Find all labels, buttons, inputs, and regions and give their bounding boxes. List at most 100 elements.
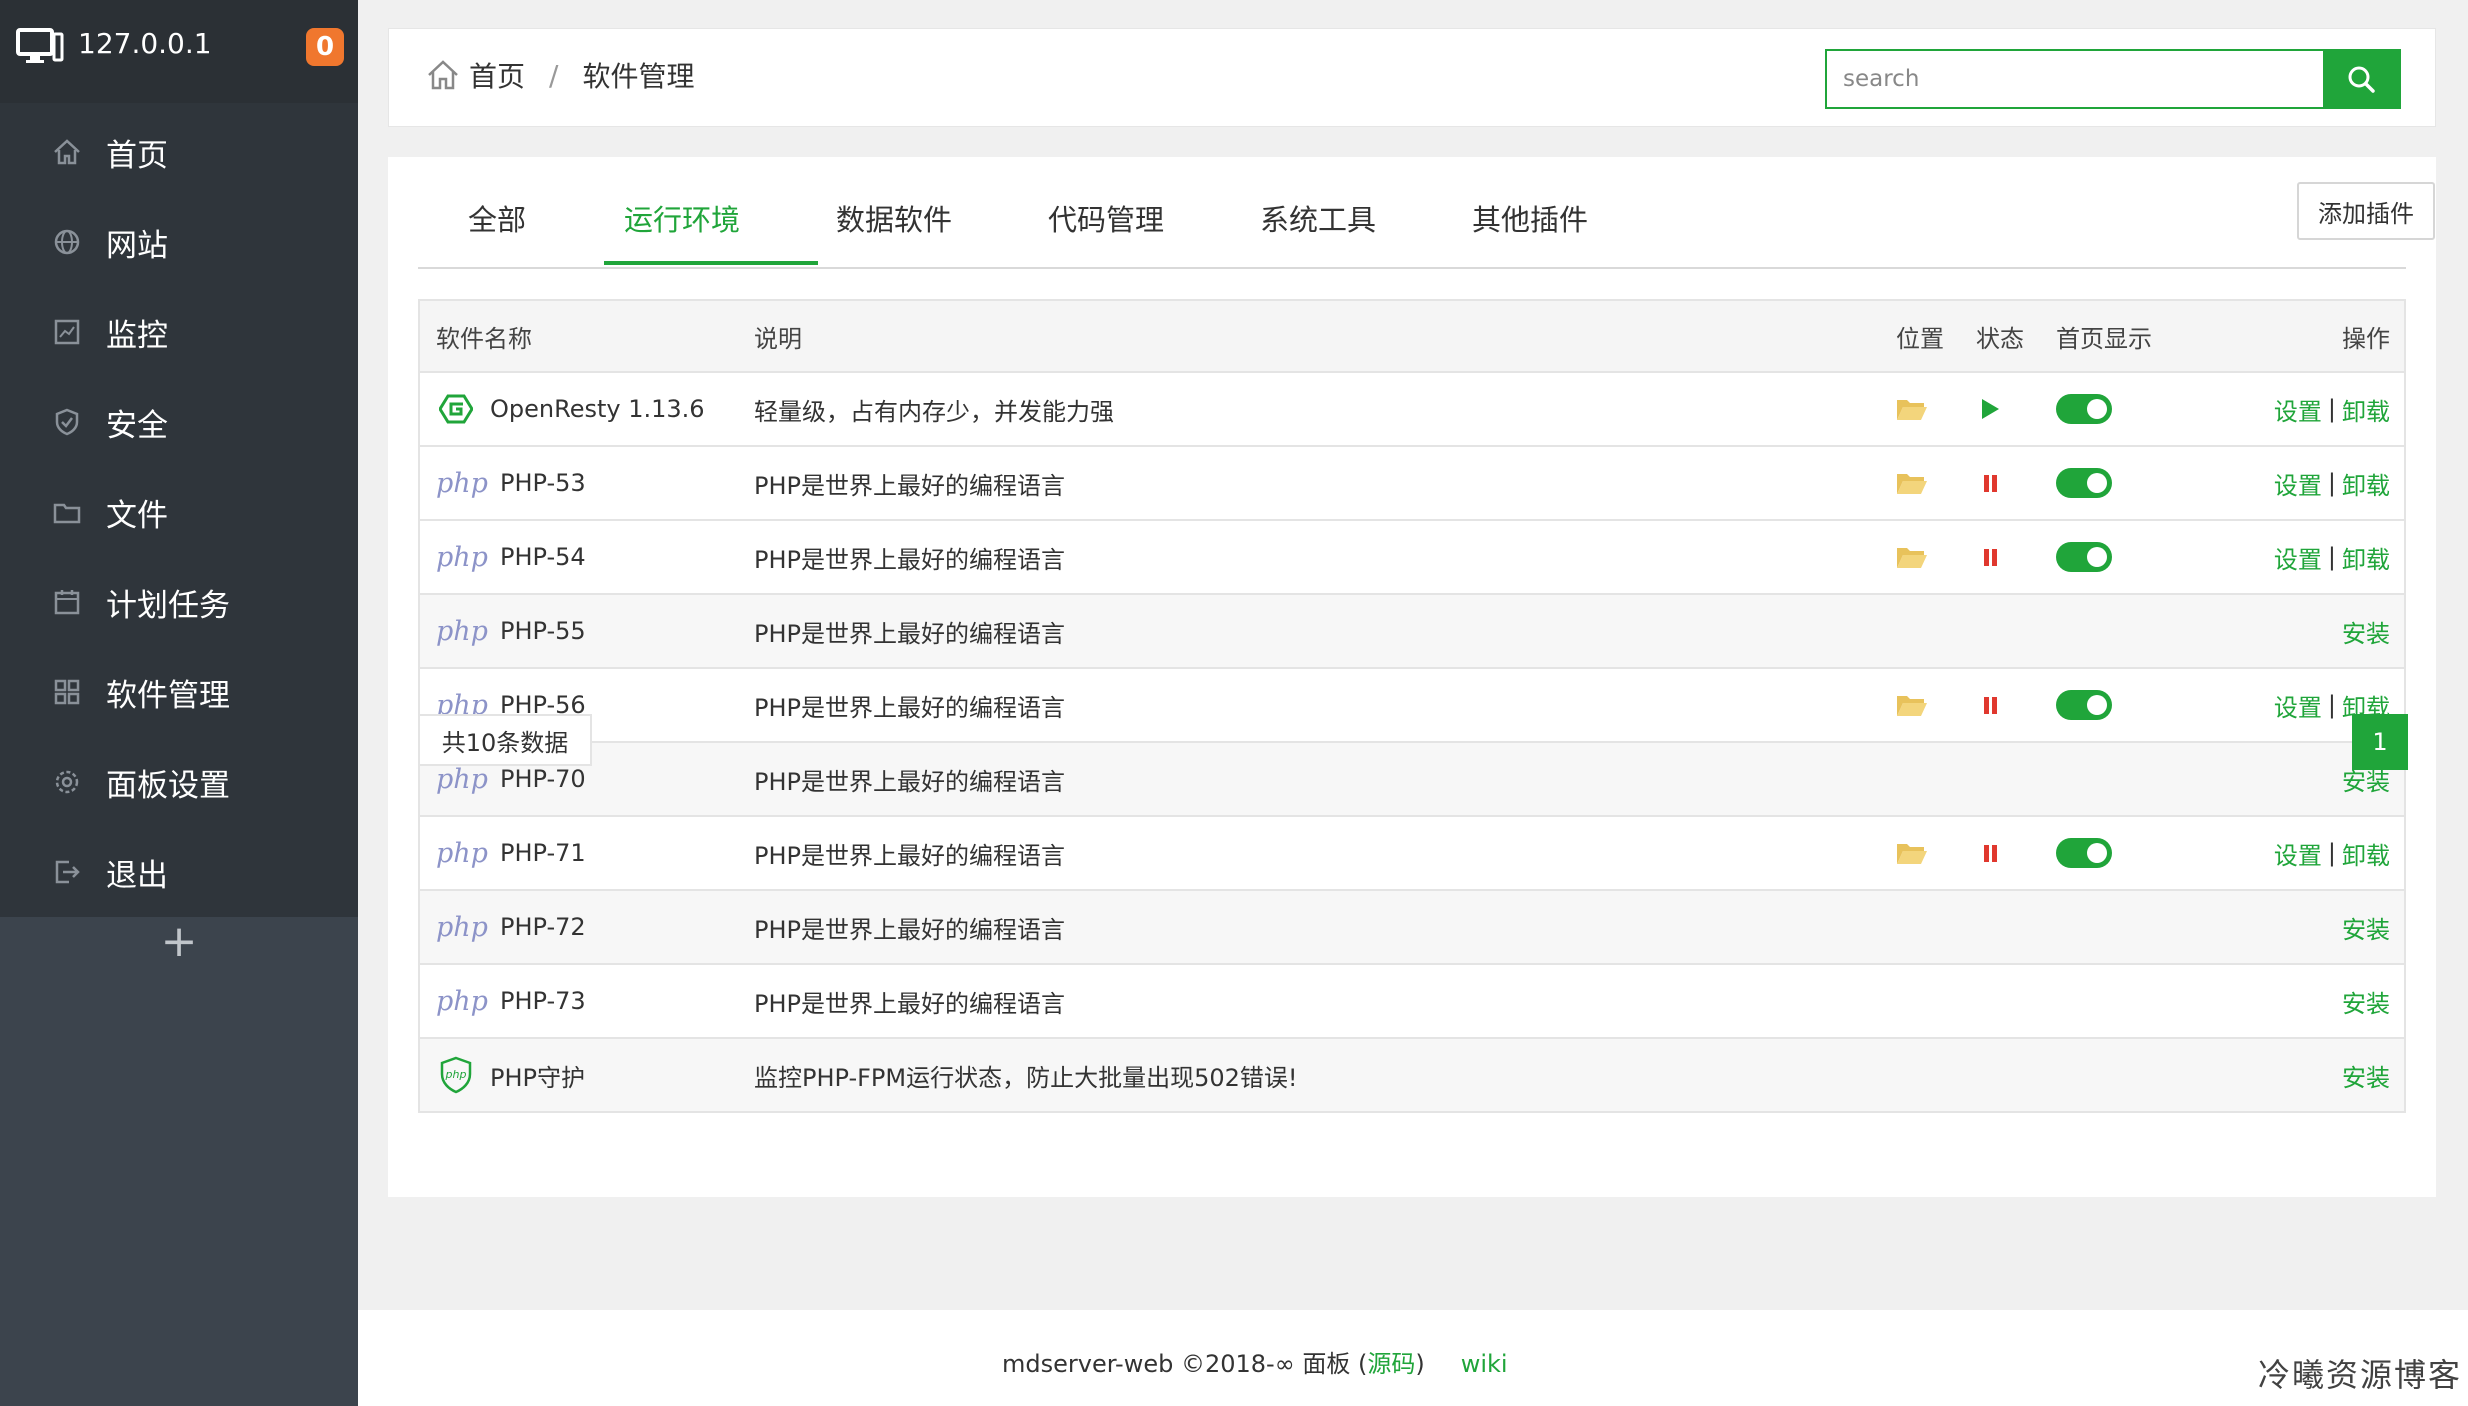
software-name: php PHP守护 [436, 1039, 585, 1111]
install-link[interactable]: 安装 [2342, 614, 2390, 649]
logout-icon [52, 857, 82, 887]
folder-open-icon[interactable] [1896, 840, 1928, 866]
sidebar-item-6[interactable]: 软件管理 [0, 647, 358, 737]
settings-link[interactable]: 设置 [2274, 392, 2322, 427]
globe-icon [52, 227, 82, 257]
software-desc: PHP是世界上最好的编程语言 [754, 693, 1065, 722]
pause-icon[interactable] [1984, 474, 1997, 492]
action-separator: | [2327, 691, 2336, 719]
settings-link[interactable]: 设置 [2274, 688, 2322, 723]
software-table: 软件名称 说明 位置 状态 首页显示 操作 OpenResty 1.13.6 轻量… [418, 299, 2406, 1113]
table-header: 软件名称 说明 位置 状态 首页显示 操作 [420, 301, 2404, 371]
search-input[interactable] [1827, 51, 2323, 107]
uninstall-link[interactable]: 卸载 [2342, 836, 2390, 871]
sidebar-item-8[interactable]: 退出 [0, 827, 358, 917]
install-link[interactable]: 安装 [2342, 910, 2390, 945]
uninstall-link[interactable]: 卸载 [2342, 466, 2390, 501]
homepage-cell [2056, 817, 2112, 889]
add-plugin-button[interactable]: 添加插件 [2297, 182, 2435, 240]
table-row: php PHP守护 监控PHP-FPM运行状态，防止大批量出现502错误! 安装 [420, 1037, 2404, 1111]
monitor-chart-icon [52, 317, 82, 347]
settings-link[interactable]: 设置 [2274, 836, 2322, 871]
sidebar-item-label: 面板设置 [106, 767, 230, 804]
breadcrumb-home[interactable]: 首页 [469, 55, 525, 95]
tab-code[interactable]: 代码管理 [1048, 197, 1164, 239]
pause-icon[interactable] [1984, 844, 1997, 862]
homepage-toggle[interactable] [2056, 394, 2112, 424]
software-desc: PHP是世界上最好的编程语言 [754, 767, 1065, 796]
col-desc: 说明 [754, 324, 802, 353]
action-cell: 安装 [2342, 965, 2390, 1037]
sidebar-item-label: 软件管理 [106, 677, 230, 714]
software-desc: PHP是世界上最好的编程语言 [754, 989, 1065, 1018]
monitor-icon [16, 28, 64, 63]
openresty-icon [436, 389, 476, 429]
tab-database[interactable]: 数据软件 [836, 197, 952, 239]
homepage-toggle[interactable] [2056, 542, 2112, 572]
page-1-button[interactable]: 1 [2352, 714, 2408, 770]
sidebar-item-4[interactable]: 文件 [0, 467, 358, 557]
wiki-link[interactable]: wiki [1461, 1350, 1508, 1378]
software-name: php PHP-54 [436, 521, 586, 593]
table-row: php PHP-55 PHP是世界上最好的编程语言 安装 [420, 593, 2404, 667]
tab-runtime[interactable]: 运行环境 [624, 197, 740, 239]
sidebar-item-7[interactable]: 面板设置 [0, 737, 358, 827]
folder-open-icon[interactable] [1896, 396, 1928, 422]
watermark: 冷曦资源博客 [2258, 1356, 2463, 1394]
folder-open-icon[interactable] [1896, 544, 1928, 570]
software-name: php PHP-73 [436, 965, 586, 1037]
action-separator: | [2327, 395, 2336, 423]
breadcrumb-separator: / [549, 58, 559, 92]
footer-paren: ) [1415, 1350, 1425, 1378]
software-name-text: OpenResty 1.13.6 [490, 395, 705, 423]
software-desc: PHP是世界上最好的编程语言 [754, 619, 1065, 648]
play-icon[interactable] [1982, 399, 1999, 419]
homepage-toggle[interactable] [2056, 690, 2112, 720]
source-link[interactable]: 源码 [1367, 1350, 1415, 1378]
sidebar-item-5[interactable]: 计划任务 [0, 557, 358, 647]
homepage-toggle[interactable] [2056, 468, 2112, 498]
php-guard-icon: php [436, 1055, 476, 1095]
homepage-toggle[interactable] [2056, 838, 2112, 868]
table-row: php PHP-53 PHP是世界上最好的编程语言 设置 | 卸载 [420, 445, 2404, 519]
tab-system-tools[interactable]: 系统工具 [1260, 197, 1376, 239]
search-button[interactable] [2323, 51, 2399, 107]
page-footer: mdserver-web ©2018-∞ 面板 (源码) wiki [358, 1310, 2468, 1406]
software-name-text: PHP-70 [500, 765, 586, 793]
folder-open-icon[interactable] [1896, 692, 1928, 718]
location-cell [1896, 669, 1928, 741]
install-link[interactable]: 安装 [2342, 1058, 2390, 1093]
action-separator: | [2327, 543, 2336, 571]
php-icon: php [436, 615, 488, 647]
table-row: php PHP-70 PHP是世界上最好的编程语言 安装 [420, 741, 2404, 815]
folder-open-icon[interactable] [1896, 470, 1928, 496]
sidebar-item-label: 计划任务 [106, 587, 230, 624]
software-name-text: PHP守护 [490, 1063, 585, 1092]
sidebar-item-3[interactable]: 安全 [0, 377, 358, 467]
table-row: OpenResty 1.13.6 轻量级，占有内存少，并发能力强 设置 | 卸载 [420, 371, 2404, 445]
add-shortcut-button[interactable]: + [0, 920, 358, 964]
software-panel: 全部 运行环境 数据软件 代码管理 系统工具 其他插件 添加插件 软件名称 说明… [388, 157, 2436, 1197]
sidebar-item-label: 首页 [106, 137, 168, 174]
pause-icon[interactable] [1984, 548, 1997, 566]
uninstall-link[interactable]: 卸载 [2342, 392, 2390, 427]
tab-other-plugins[interactable]: 其他插件 [1472, 197, 1588, 239]
notification-badge[interactable]: 0 [306, 28, 344, 66]
sidebar-item-1[interactable]: 网站 [0, 197, 358, 287]
homepage-cell [2056, 373, 2112, 445]
tab-all[interactable]: 全部 [468, 197, 526, 239]
action-cell: 设置 | 卸载 [2274, 521, 2390, 593]
home-icon[interactable] [425, 57, 461, 93]
sidebar-item-label: 监控 [106, 317, 168, 354]
uninstall-link[interactable]: 卸载 [2342, 540, 2390, 575]
install-link[interactable]: 安装 [2342, 984, 2390, 1019]
sidebar-item-2[interactable]: 监控 [0, 287, 358, 377]
sidebar-item-0[interactable]: 首页 [0, 107, 358, 197]
table-row: php PHP-73 PHP是世界上最好的编程语言 安装 [420, 963, 2404, 1037]
pause-icon[interactable] [1984, 696, 1997, 714]
col-location: 位置 [1896, 324, 1944, 353]
status-cell [1976, 669, 1997, 741]
settings-link[interactable]: 设置 [2274, 466, 2322, 501]
location-cell [1896, 447, 1928, 519]
settings-link[interactable]: 设置 [2274, 540, 2322, 575]
